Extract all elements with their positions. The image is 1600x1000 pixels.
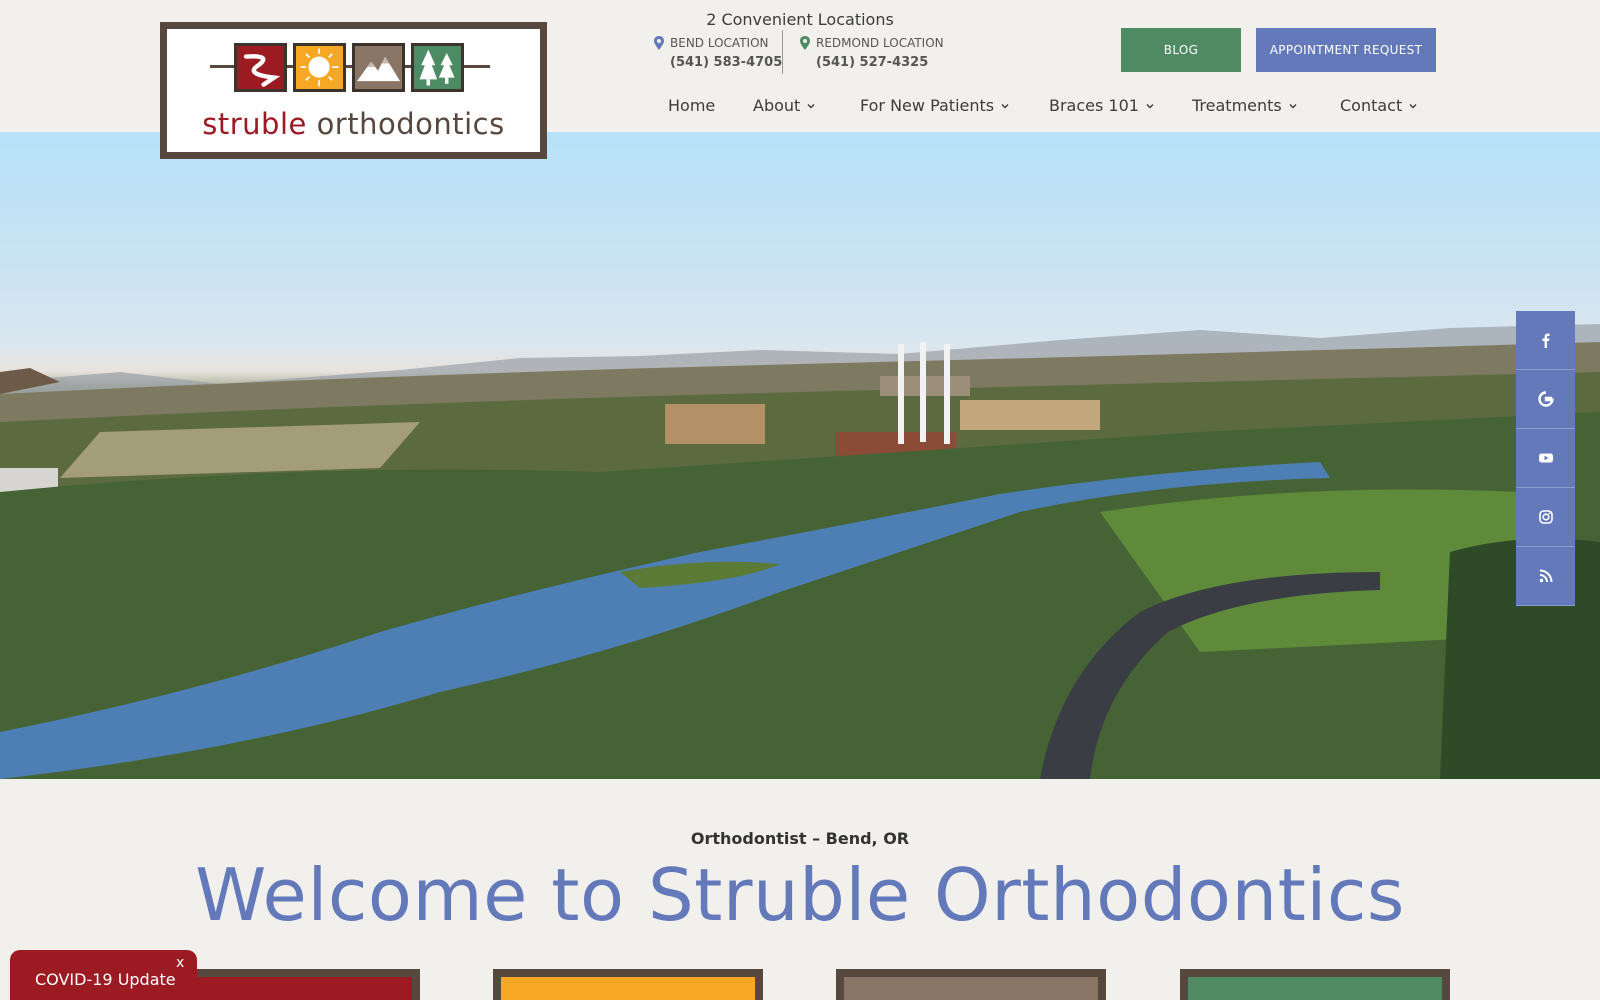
facebook-icon [1542,333,1549,348]
nav-item-for-new-patients[interactable]: For New Patients [860,96,1010,115]
close-icon[interactable]: x [176,955,184,971]
location-redmond[interactable]: REDMOND LOCATION (541) 527-4325 [800,36,945,70]
nav-item-label: Treatments [1192,96,1282,115]
social-sidebar [1516,311,1575,606]
chevron-down-icon [1409,103,1417,108]
appointment-request-button[interactable]: APPOINTMENT REQUEST [1256,28,1436,72]
location-bend[interactable]: BEND LOCATION (541) 583-4705 [654,36,799,70]
youtube-icon [1538,453,1553,463]
map-pin-icon [800,36,810,50]
nav-item-contact[interactable]: Contact [1340,96,1418,115]
chevron-down-icon [1289,103,1297,108]
nav-item-home[interactable]: Home [668,96,715,115]
welcome-subtitle: Orthodontist – Bend, OR [690,829,910,848]
nav-item-label: Braces 101 [1049,96,1139,115]
nav-item-label: Contact [1340,96,1403,115]
site-logo[interactable]: struble orthodontics [160,22,547,159]
chevron-down-icon [1146,103,1154,108]
welcome-title: Welcome to Struble Orthodontics [195,853,1405,937]
nav-item-braces-101[interactable]: Braces 101 [1049,96,1155,115]
hero-video-banner [0,132,1600,779]
feature-card[interactable] [836,969,1106,1000]
youtube-button[interactable] [1516,429,1575,488]
nav-item-label: For New Patients [860,96,995,115]
feature-card[interactable] [1180,969,1450,1000]
map-pin-icon [654,36,664,50]
rss-button[interactable] [1516,547,1575,606]
google-button[interactable] [1516,370,1575,429]
locations-title: 2 Convenient Locations [706,10,894,29]
nav-item-about[interactable]: About [753,96,816,115]
location-phone[interactable]: (541) 583-4705 [654,55,799,70]
logo-wordmark: struble orthodontics [167,107,540,141]
sun-icon [293,43,346,92]
nav-item-treatments[interactable]: Treatments [1192,96,1298,115]
blog-button[interactable]: BLOG [1121,28,1241,72]
location-divider [782,30,783,74]
nav-item-label: Home [668,96,716,115]
instagram-icon [1538,510,1553,524]
facebook-button[interactable] [1516,311,1575,370]
google-icon [1537,391,1554,407]
site-header: struble orthodontics 2 Convenient Locati… [0,0,1600,159]
hero-landscape-illustration [0,324,1600,779]
location-label: BEND LOCATION [654,36,799,50]
trees-icon [411,43,464,92]
river-icon [234,43,287,92]
logo-word-struble: struble [202,107,307,141]
location-name: REDMOND LOCATION [816,36,944,50]
nav-item-label: About [753,96,801,115]
chevron-down-icon [807,103,815,108]
instagram-button[interactable] [1516,488,1575,547]
covid-update-label[interactable]: COVID-19 Update [35,970,176,989]
location-phone[interactable]: (541) 527-4325 [800,55,945,70]
location-name: BEND LOCATION [670,36,769,50]
logo-word-orthodontics: orthodontics [316,107,505,141]
rss-icon [1539,569,1552,583]
location-label: REDMOND LOCATION [800,36,945,50]
chevron-down-icon [1001,103,1009,108]
feature-card[interactable] [493,969,763,1000]
mountain-icon [352,43,405,92]
covid-update-tab[interactable]: COVID-19 Update x [10,950,197,1000]
